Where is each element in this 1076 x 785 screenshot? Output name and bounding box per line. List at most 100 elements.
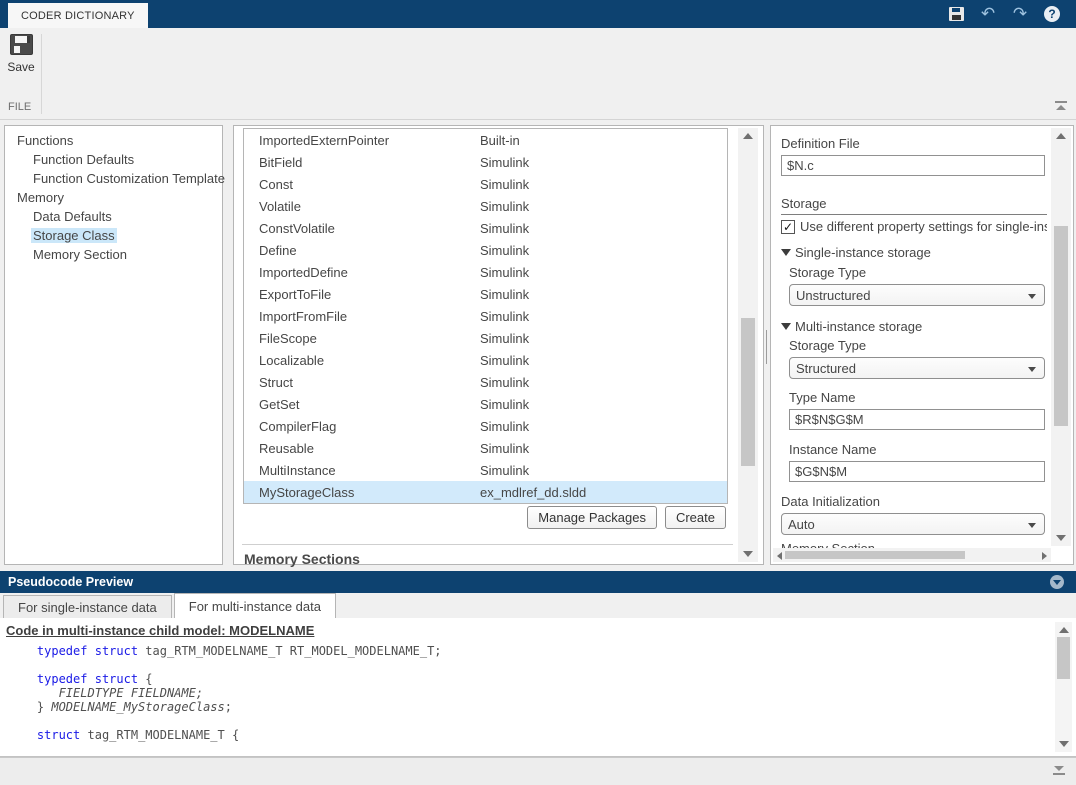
type-name-label: Type Name	[789, 390, 1047, 405]
scroll-thumb[interactable]	[785, 551, 965, 559]
checkbox-label: Use different property settings for sing…	[800, 219, 1047, 234]
tab-for-single-instance-data[interactable]: For single-instance data	[3, 595, 172, 618]
tree-item-storage-class[interactable]: Storage Class	[5, 226, 222, 245]
table-row-struct[interactable]: StructSimulink	[244, 371, 727, 393]
tree-item-label: Function Defaults	[31, 152, 136, 167]
code-token: {	[138, 672, 152, 686]
scroll-right-icon[interactable]	[1042, 552, 1047, 560]
storage-class-name: FileScope	[244, 331, 480, 346]
storage-class-source: Simulink	[480, 265, 529, 280]
scroll-thumb[interactable]	[1057, 637, 1070, 679]
pseudocode-body: Code in multi-instance child model: MODE…	[0, 618, 1076, 757]
instance-name-input[interactable]: $G$N$M	[789, 461, 1045, 482]
tree-item-functions[interactable]: Functions	[5, 131, 222, 150]
storage-class-source: Simulink	[480, 397, 529, 412]
tree-item-memory-section[interactable]: Memory Section	[5, 245, 222, 264]
code-token: typedef	[37, 672, 88, 686]
checkbox-checked-icon[interactable]: ✓	[781, 220, 795, 234]
table-row-importeddefine[interactable]: ImportedDefineSimulink	[244, 261, 727, 283]
table-row-localizable[interactable]: LocalizableSimulink	[244, 349, 727, 371]
tree-item-label: Memory Section	[31, 247, 129, 262]
multi-instance-group-header[interactable]: Multi-instance storage	[781, 319, 1047, 334]
scroll-thumb[interactable]	[741, 318, 755, 466]
help-icon[interactable]: ?	[1042, 4, 1062, 24]
table-row-filescope[interactable]: FileScopeSimulink	[244, 327, 727, 349]
storage-class-name: ImportedExternPointer	[244, 133, 480, 148]
collapse-toolstrip-icon[interactable]	[1054, 101, 1068, 113]
code-token: tag_RTM_MODELNAME_T RT_MODEL_MODELNAME_T…	[138, 644, 441, 658]
table-row-const[interactable]: ConstSimulink	[244, 173, 727, 195]
storage-class-source: Built-in	[480, 133, 520, 148]
storage-class-name: CompilerFlag	[244, 419, 480, 434]
tab-for-multi-instance-data[interactable]: For multi-instance data	[174, 593, 336, 618]
storage-class-name: Struct	[244, 375, 480, 390]
table-button-row: Manage Packages Create	[527, 506, 726, 529]
scroll-left-icon[interactable]	[777, 552, 782, 560]
table-row-importedexternpointer[interactable]: ImportedExternPointerBuilt-in	[244, 129, 727, 151]
storage-class-table: ImportedExternPointerBuilt-inBitFieldSim…	[243, 128, 728, 504]
pseudocode-preview-title: Pseudocode Preview	[8, 575, 133, 589]
instance-name-label: Instance Name	[789, 442, 1047, 457]
table-row-compilerflag[interactable]: CompilerFlagSimulink	[244, 415, 727, 437]
tree-item-function-customization-template[interactable]: Function Customization Template	[5, 169, 222, 188]
tree-item-function-defaults[interactable]: Function Defaults	[5, 150, 222, 169]
table-row-reusable[interactable]: ReusableSimulink	[244, 437, 727, 459]
tab-coder-dictionary[interactable]: CODER DICTIONARY	[8, 3, 148, 28]
scroll-up-icon[interactable]	[1059, 627, 1069, 633]
single-storage-type-dropdown[interactable]: Unstructured	[789, 284, 1045, 306]
code-token: }	[8, 700, 51, 714]
storage-class-source: Simulink	[480, 375, 529, 390]
storage-class-source: Simulink	[480, 243, 529, 258]
scroll-down-icon[interactable]	[1059, 741, 1069, 747]
properties-hscrollbar[interactable]	[773, 548, 1051, 562]
table-row-mystorageclass[interactable]: MyStorageClassex_mdlref_dd.sldd	[244, 481, 727, 503]
table-row-bitfield[interactable]: BitFieldSimulink	[244, 151, 727, 173]
scroll-up-icon[interactable]	[1056, 133, 1066, 139]
properties-vscrollbar[interactable]	[1051, 128, 1071, 546]
undo-icon[interactable]: ↶	[978, 4, 998, 24]
code-token: struct	[95, 672, 138, 686]
definition-file-input[interactable]: $N.c	[781, 155, 1045, 176]
table-row-exporttofile[interactable]: ExportToFileSimulink	[244, 283, 727, 305]
table-row-multiinstance[interactable]: MultiInstanceSimulink	[244, 459, 727, 481]
panel-splitter[interactable]	[766, 330, 767, 364]
scroll-thumb[interactable]	[1054, 226, 1068, 426]
storage-class-source: Simulink	[480, 419, 529, 434]
save-button-label: Save	[7, 60, 34, 74]
manage-packages-button[interactable]: Manage Packages	[527, 506, 657, 529]
single-storage-type-label: Storage Type	[789, 265, 1047, 280]
data-initialization-label: Data Initialization	[781, 494, 1047, 509]
table-row-constvolatile[interactable]: ConstVolatileSimulink	[244, 217, 727, 239]
scroll-down-icon[interactable]	[1056, 535, 1066, 541]
save-icon[interactable]	[946, 4, 966, 24]
table-row-importfromfile[interactable]: ImportFromFileSimulink	[244, 305, 727, 327]
scroll-down-icon[interactable]	[743, 551, 753, 557]
multi-storage-type-dropdown[interactable]: Structured	[789, 357, 1045, 379]
panel-collapse-icon[interactable]	[1050, 575, 1064, 589]
tree-item-data-defaults[interactable]: Data Defaults	[5, 207, 222, 226]
tree-item-label: Function Customization Template	[31, 171, 227, 186]
navigation-panel: Functions Function Defaults Function Custo…	[4, 125, 223, 565]
floppy-glyph	[949, 7, 964, 21]
table-row-define[interactable]: DefineSimulink	[244, 239, 727, 261]
code-token: struct	[37, 728, 80, 742]
pseudocode-heading: Code in multi-instance child model: MODE…	[6, 623, 1076, 638]
storage-class-name: ExportToFile	[244, 287, 480, 302]
type-name-input[interactable]: $R$N$G$M	[789, 409, 1045, 430]
redo-icon[interactable]: ↷	[1010, 4, 1030, 24]
tree-item-memory[interactable]: Memory	[5, 188, 222, 207]
storage-class-source: Simulink	[480, 441, 529, 456]
code-vscrollbar[interactable]	[1055, 622, 1072, 752]
table-row-volatile[interactable]: VolatileSimulink	[244, 195, 727, 217]
data-initialization-dropdown[interactable]: Auto	[781, 513, 1045, 535]
scroll-up-icon[interactable]	[743, 133, 753, 139]
table-row-getset[interactable]: GetSetSimulink	[244, 393, 727, 415]
collapse-panel-down-icon[interactable]	[1052, 766, 1066, 778]
save-button[interactable]: Save	[4, 34, 38, 94]
single-instance-checkbox-row: ✓ Use different property settings for si…	[781, 219, 1047, 234]
tree-item-label: Memory	[15, 190, 66, 205]
single-instance-group-header[interactable]: Single-instance storage	[781, 245, 1047, 260]
create-button[interactable]: Create	[665, 506, 726, 529]
storage-panel-vscrollbar[interactable]	[738, 128, 758, 562]
storage-class-name: Reusable	[244, 441, 480, 456]
